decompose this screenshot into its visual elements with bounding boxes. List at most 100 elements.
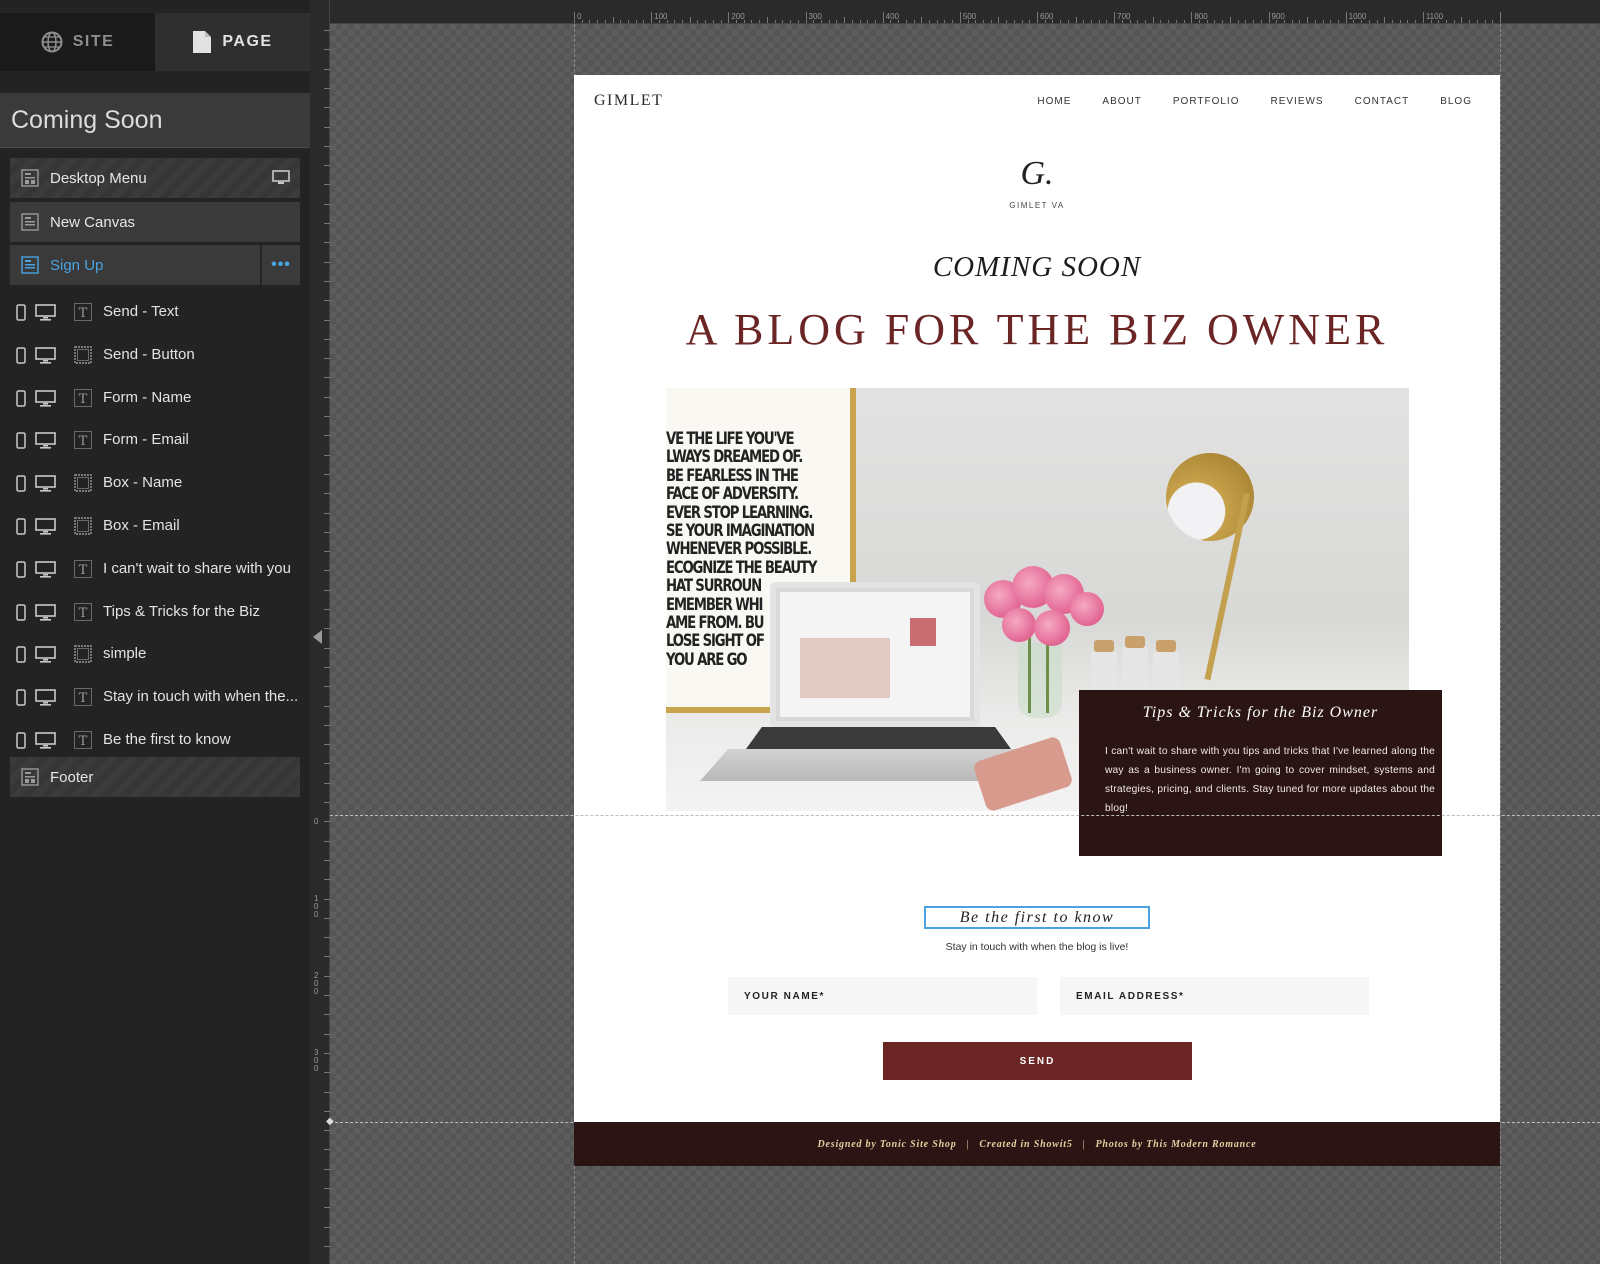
mobile-icon[interactable] (16, 347, 26, 368)
element-row[interactable]: simple (0, 636, 310, 672)
ruler-tick (1384, 17, 1386, 23)
page-canvas[interactable]: GIMLET HOME ABOUT PORTFOLIO REVIEWS CONTACT B… (574, 75, 1500, 1165)
desktop-icon[interactable] (35, 389, 56, 411)
nav-link-portfolio[interactable]: PORTFOLIO (1173, 96, 1240, 107)
ruler-tick (1168, 20, 1170, 23)
section-new-canvas[interactable]: New Canvas (10, 202, 300, 242)
monogram-caption: GIMLET VA (1009, 201, 1065, 210)
ruler-tick (1191, 12, 1193, 23)
canvas-resize-handle[interactable]: ◆ (326, 1117, 336, 1127)
nav-link-home[interactable]: HOME (1037, 96, 1071, 107)
ruler-tick (1245, 20, 1247, 23)
ruler-tick (1075, 17, 1077, 23)
element-row[interactable]: T Form - Name (0, 380, 310, 416)
ruler-label: 200 (731, 12, 745, 21)
canvas-boundary-guide (330, 815, 1600, 816)
name-field[interactable]: YOUR NAME* (728, 977, 1037, 1015)
ruler-label: 200 (314, 971, 319, 996)
mobile-icon[interactable] (16, 304, 26, 325)
page-title-bar[interactable]: Coming Soon (0, 93, 310, 148)
coming-soon-heading[interactable]: COMING SOON (574, 251, 1500, 284)
email-field[interactable]: EMAIL ADDRESS* (1060, 977, 1369, 1015)
element-row[interactable]: T Form - Email (0, 422, 310, 458)
nav-link-blog[interactable]: BLOG (1440, 96, 1472, 107)
footer-created[interactable]: Created in Showit5 (979, 1139, 1072, 1150)
be-first-heading[interactable]: Be the first to know (924, 906, 1150, 929)
desktop-icon[interactable] (35, 518, 56, 539)
ruler-label: 1100 (1425, 12, 1444, 21)
mobile-icon[interactable] (16, 561, 26, 582)
desktop-icon[interactable] (35, 432, 56, 453)
element-row[interactable]: Box - Email (0, 508, 310, 544)
section-footer[interactable]: Footer (10, 757, 300, 797)
desktop-icon[interactable] (35, 475, 56, 496)
tips-body[interactable]: I can't wait to share with you tips and … (1105, 742, 1435, 818)
tips-box[interactable]: Tips & Tricks for the Biz Owner I can't … (1079, 690, 1442, 856)
cork (1094, 640, 1114, 652)
site-logo[interactable]: GIMLET (594, 92, 663, 110)
collapse-sidebar-icon[interactable] (313, 630, 322, 644)
ruler-tick (728, 12, 730, 23)
footer-designed[interactable]: Designed by Tonic Site Shop (818, 1139, 957, 1150)
horizontal-ruler[interactable]: 0 100 200 300 400 500 600 700 800 900 1000 1100 (330, 0, 1600, 24)
section-sign-up[interactable]: Sign Up (10, 245, 260, 285)
nav-link-reviews[interactable]: REVIEWS (1270, 96, 1323, 107)
desktop-icon[interactable] (35, 689, 56, 710)
blog-headline[interactable]: A BLOG FOR THE BIZ OWNER (574, 304, 1500, 355)
ruler-tick (628, 20, 630, 23)
shared-canvas-icon (20, 767, 40, 787)
section-desktop-menu[interactable]: Desktop Menu (10, 158, 300, 198)
mobile-icon[interactable] (16, 689, 26, 710)
element-label: Form - Email (103, 431, 189, 449)
tab-page[interactable]: PAGE (155, 13, 310, 71)
tab-site[interactable]: SITE (0, 13, 155, 71)
mobile-icon[interactable] (16, 518, 26, 539)
ruler-tick (581, 20, 583, 23)
canvas-icon (20, 255, 40, 275)
mobile-icon[interactable] (16, 389, 26, 411)
mobile-icon[interactable] (16, 432, 26, 453)
element-row[interactable]: Send - Button (0, 337, 310, 373)
element-row[interactable]: T I can't wait to share with you (0, 551, 310, 587)
ruler-tick (1422, 12, 1424, 23)
element-row[interactable]: Box - Name (0, 465, 310, 501)
stay-in-touch-text[interactable]: Stay in touch with when the blog is live… (574, 941, 1500, 953)
ruler-tick (1461, 17, 1463, 23)
footer-separator: | (966, 1138, 970, 1150)
element-row[interactable]: T Tips & Tricks for the Biz (0, 594, 310, 630)
ruler-label: 300 (314, 1048, 319, 1073)
mobile-icon[interactable] (16, 732, 26, 753)
ruler-label: 100 (654, 12, 668, 21)
desktop-icon[interactable] (35, 560, 56, 582)
nav-link-about[interactable]: ABOUT (1102, 96, 1141, 107)
mobile-icon[interactable] (16, 646, 26, 667)
desktop-icon[interactable] (35, 732, 56, 753)
element-row[interactable]: T Send - Text (0, 294, 310, 330)
tips-title[interactable]: Tips & Tricks for the Biz Owner (1079, 704, 1442, 722)
element-row[interactable]: T Be the first to know (0, 722, 310, 758)
ruler-tick (1492, 20, 1494, 23)
vase (1018, 643, 1062, 718)
ruler-tick (790, 20, 792, 23)
ruler-tick (882, 12, 884, 23)
send-button[interactable]: SEND (883, 1042, 1192, 1080)
element-row[interactable]: T Stay in touch with when the... (0, 679, 310, 715)
desktop-icon[interactable] (35, 603, 56, 625)
ruler-tick (774, 20, 776, 23)
desktop-icon[interactable] (35, 646, 56, 667)
footer-photos[interactable]: Photos by This Modern Romance (1095, 1139, 1256, 1150)
element-label: Box - Email (103, 517, 180, 534)
ruler-tick (1214, 20, 1216, 23)
mobile-icon[interactable] (16, 475, 26, 496)
ruler-tick (913, 20, 915, 23)
desktop-icon[interactable] (35, 304, 56, 325)
text-element-icon: T (74, 688, 92, 707)
ruler-tick (851, 20, 853, 23)
ruler-tick (1307, 17, 1309, 23)
mobile-icon[interactable] (16, 603, 26, 625)
site-footer[interactable]: Designed by Tonic Site Shop | Created in… (574, 1122, 1500, 1166)
element-label: Tips & Tricks for the Biz (103, 602, 260, 620)
desktop-icon[interactable] (35, 346, 56, 368)
more-options-button[interactable]: ••• (262, 245, 300, 285)
nav-link-contact[interactable]: CONTACT (1355, 96, 1410, 107)
